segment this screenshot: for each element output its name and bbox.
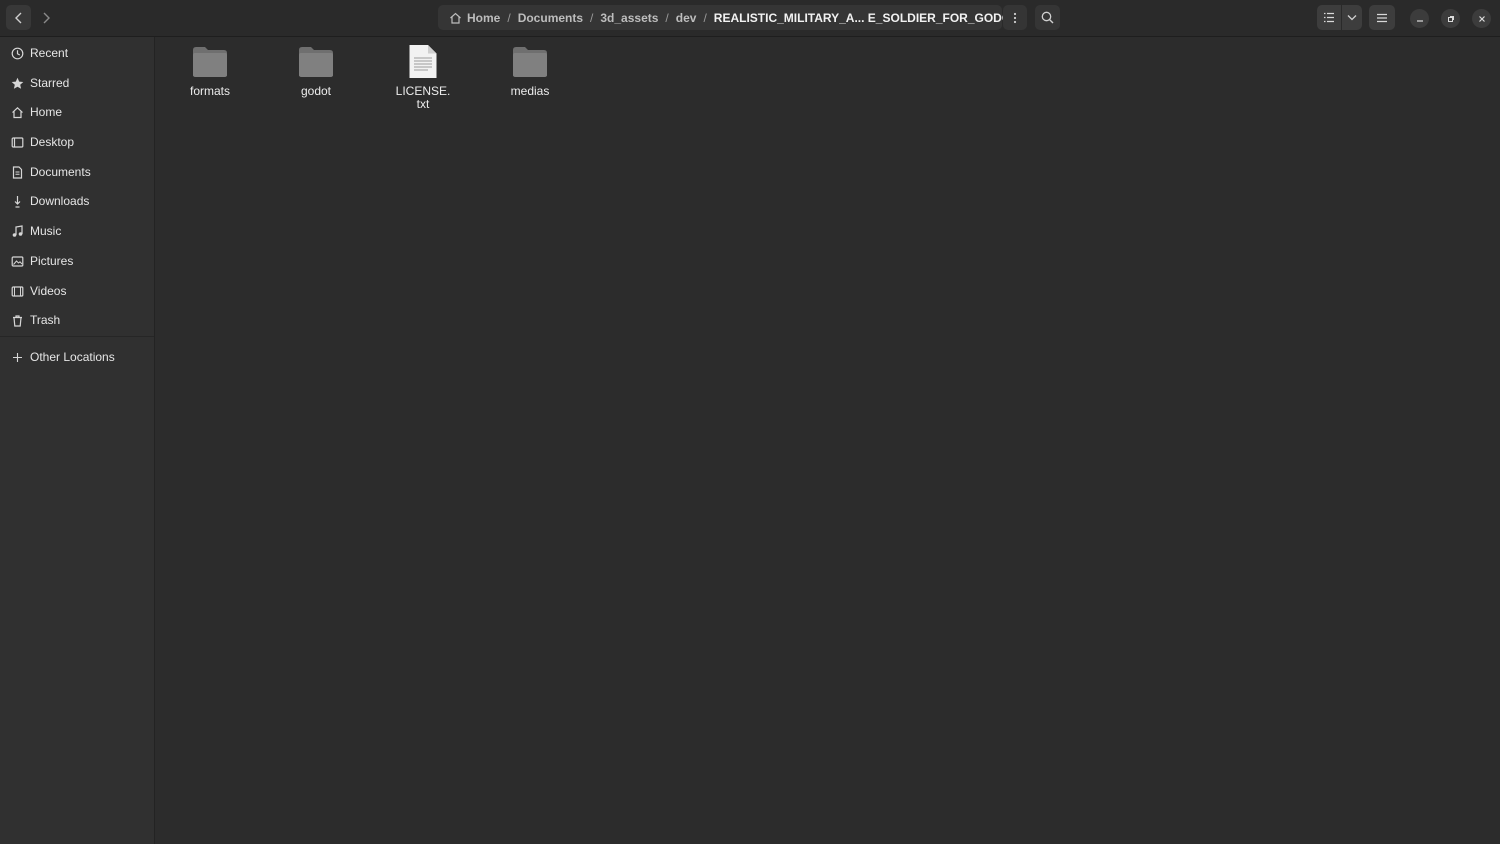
back-button[interactable] bbox=[6, 5, 31, 30]
chevron-left-icon bbox=[14, 12, 21, 23]
text-file-icon bbox=[403, 43, 443, 79]
sidebar-item-home[interactable]: Home bbox=[0, 98, 154, 126]
sidebar-item-label: Desktop bbox=[30, 135, 75, 149]
download-icon bbox=[10, 194, 24, 208]
sidebar-item-label: Videos bbox=[30, 284, 67, 298]
desktop-icon bbox=[10, 135, 24, 149]
path-options-button[interactable] bbox=[1003, 5, 1027, 30]
sidebar: Recent Starred Home Desktop Documents Do… bbox=[0, 37, 155, 844]
home-icon bbox=[10, 105, 24, 119]
sidebar-item-label: Starred bbox=[30, 76, 70, 90]
plus-icon bbox=[10, 350, 24, 364]
search-button[interactable] bbox=[1035, 5, 1060, 30]
breadcrumb-label: Home bbox=[467, 10, 501, 25]
restore-icon bbox=[1447, 15, 1454, 22]
minimize-button[interactable] bbox=[1410, 9, 1429, 28]
breadcrumb-label: 3d_assets bbox=[600, 10, 659, 25]
breadcrumb-documents[interactable]: Documents bbox=[515, 11, 586, 25]
sidebar-item-downloads[interactable]: Downloads bbox=[0, 187, 154, 215]
hamburger-menu-icon bbox=[1377, 13, 1387, 22]
breadcrumb-label: dev bbox=[675, 10, 697, 25]
file-item[interactable]: LICENSE. txt bbox=[375, 43, 471, 111]
minimize-icon bbox=[1416, 19, 1423, 22]
main-menu-button[interactable] bbox=[1369, 5, 1395, 30]
sidebar-item-label: Documents bbox=[30, 165, 91, 179]
sidebar-item-other-locations[interactable]: Other Locations bbox=[0, 343, 154, 371]
chevron-down-icon bbox=[1347, 15, 1357, 21]
sidebar-item-documents[interactable]: Documents bbox=[0, 158, 154, 186]
sidebar-item-label: Downloads bbox=[30, 194, 90, 208]
more-vertical-icon bbox=[1013, 12, 1017, 23]
sidebar-item-label: Pictures bbox=[30, 254, 74, 268]
sidebar-item-label: Home bbox=[30, 105, 63, 119]
folder-icon bbox=[190, 43, 230, 79]
path-bar: Home / Documents / 3d_assets / dev / REA… bbox=[438, 5, 1019, 30]
star-icon bbox=[10, 76, 24, 90]
sidebar-item-label: Recent bbox=[30, 46, 69, 60]
folder-icon bbox=[510, 43, 550, 79]
view-options-dropdown[interactable] bbox=[1342, 5, 1362, 30]
music-icon bbox=[10, 224, 24, 238]
picture-icon bbox=[10, 254, 24, 268]
sidebar-item-music[interactable]: Music bbox=[0, 217, 154, 245]
list-view-icon bbox=[1324, 12, 1334, 23]
sidebar-item-trash[interactable]: Trash bbox=[0, 306, 154, 334]
breadcrumb-separator: / bbox=[703, 10, 707, 25]
file-name: medias bbox=[510, 84, 550, 98]
breadcrumb-separator: / bbox=[665, 10, 669, 25]
folder-item[interactable]: medias bbox=[482, 43, 578, 98]
breadcrumb-3d-assets[interactable]: 3d_assets bbox=[597, 11, 661, 25]
sidebar-item-recent[interactable]: Recent bbox=[0, 39, 154, 67]
folder-item[interactable]: formats bbox=[162, 43, 258, 98]
breadcrumb-separator: / bbox=[507, 10, 511, 25]
sidebar-item-pictures[interactable]: Pictures bbox=[0, 247, 154, 275]
chevron-right-icon bbox=[43, 12, 50, 23]
close-button[interactable] bbox=[1472, 9, 1491, 28]
sidebar-item-label: Trash bbox=[30, 313, 61, 327]
breadcrumb-separator: / bbox=[590, 10, 594, 25]
list-view-button[interactable] bbox=[1317, 5, 1341, 30]
file-view: formats godot LICENSE. txt medias bbox=[156, 37, 1500, 844]
file-name-line-2: txt bbox=[416, 97, 430, 111]
trash-icon bbox=[10, 313, 24, 327]
close-icon bbox=[1478, 15, 1485, 22]
video-icon bbox=[10, 284, 24, 298]
file-name: godot bbox=[300, 84, 332, 98]
file-name: formats bbox=[189, 84, 230, 98]
sidebar-item-desktop[interactable]: Desktop bbox=[0, 128, 154, 156]
forward-button[interactable] bbox=[33, 5, 58, 30]
sidebar-item-videos[interactable]: Videos bbox=[0, 277, 154, 305]
search-icon bbox=[1041, 11, 1054, 24]
header-bar: Home / Documents / 3d_assets / dev / REA… bbox=[0, 0, 1500, 37]
breadcrumb-home[interactable]: Home bbox=[446, 11, 503, 25]
document-icon bbox=[10, 165, 24, 179]
sidebar-item-starred[interactable]: Starred bbox=[0, 69, 154, 97]
breadcrumb-label: REALISTIC_MILITARY_A... E_SOLDIER_FOR_GO… bbox=[713, 10, 1019, 25]
sidebar-divider bbox=[0, 336, 154, 337]
restore-button[interactable] bbox=[1441, 9, 1460, 28]
sidebar-item-label: Other Locations bbox=[30, 350, 115, 364]
breadcrumb-label: Documents bbox=[517, 10, 584, 25]
folder-item[interactable]: godot bbox=[268, 43, 364, 98]
clock-icon bbox=[10, 46, 24, 60]
breadcrumb-dev[interactable]: dev bbox=[673, 11, 700, 25]
home-icon bbox=[450, 12, 461, 24]
sidebar-item-label: Music bbox=[30, 224, 62, 238]
folder-icon bbox=[296, 43, 336, 79]
breadcrumb-current-folder[interactable]: REALISTIC_MILITARY_A... E_SOLDIER_FOR_GO… bbox=[711, 11, 1022, 25]
